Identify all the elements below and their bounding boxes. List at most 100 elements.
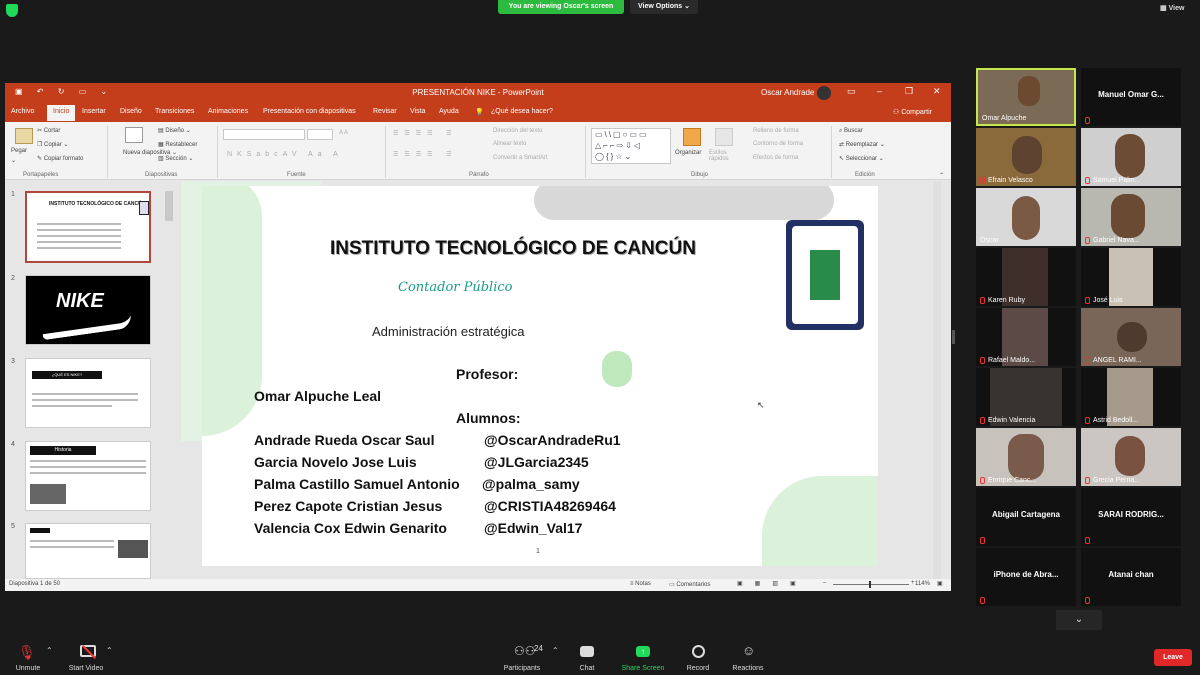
arrange-button[interactable]: Organizar <box>675 150 701 156</box>
participants-icon[interactable]: ⚇⚇ <box>514 644 536 658</box>
participant-tile[interactable]: Efrain Velasco <box>976 128 1076 186</box>
chat-button[interactable]: Chat <box>557 665 617 672</box>
maximize-icon[interactable]: ❐ <box>905 86 913 97</box>
share-screen-icon[interactable]: ↑ <box>636 646 650 657</box>
tell-me-search[interactable]: ¿Qué desea hacer? <box>491 108 553 115</box>
tab-animaciones[interactable]: Animaciones <box>208 108 248 115</box>
resize-handle[interactable] <box>952 330 955 344</box>
participant-tile[interactable]: Rafael Maldo... <box>976 308 1076 366</box>
format-painter-button[interactable]: ✎ Copiar formato <box>37 155 83 162</box>
replace-button[interactable]: ⇄ Reemplazar ⌄ <box>839 141 885 148</box>
shield-icon[interactable] <box>6 4 18 17</box>
font-size-input[interactable] <box>307 129 333 140</box>
participant-tile[interactable]: Atanai chan <box>1081 548 1181 606</box>
chevron-up-icon[interactable]: ⌃ <box>46 646 53 655</box>
chevron-up-icon[interactable]: ⌃ <box>106 646 113 655</box>
thumbnail-scrollbar[interactable] <box>165 191 173 221</box>
participants-button[interactable]: Participants <box>492 665 552 672</box>
participant-tile[interactable]: Astrid Bedoll... <box>1081 368 1181 426</box>
participant-tile[interactable]: SARAI RODRIG... <box>1081 488 1181 546</box>
participant-tile[interactable]: José Luis <box>1081 248 1181 306</box>
thumbnail-slide-3[interactable]: ¿QUÉ ES NIKE? <box>25 358 151 428</box>
participant-tile[interactable]: Karen Ruby <box>976 248 1076 306</box>
share-screen-button[interactable]: Share Screen <box>613 665 673 672</box>
tab-inicio[interactable]: Inicio <box>47 105 76 121</box>
find-button[interactable]: ⌕ Buscar <box>839 128 863 135</box>
thumbnail-slide-4[interactable]: Historia <box>25 441 151 511</box>
font-size-buttons[interactable]: A A <box>339 130 348 136</box>
participant-tile[interactable]: iPhone de Abra... <box>976 548 1076 606</box>
select-button[interactable]: ↖ Seleccionar ⌄ <box>839 155 884 162</box>
tab-ayuda[interactable]: Ayuda <box>439 108 459 115</box>
align-buttons[interactable]: ☰☰☰☰ ☰ <box>393 151 458 158</box>
layout-button[interactable]: ▤ Diseño ⌄ <box>158 127 191 134</box>
participant-tile[interactable]: Samuel Palm... <box>1081 128 1181 186</box>
comments-button[interactable]: ▭ Comentarios <box>669 581 710 588</box>
slide-scrollbar[interactable] <box>933 181 941 579</box>
participant-tile[interactable]: Abigail Cartagena <box>976 488 1076 546</box>
leave-button[interactable]: Leave <box>1154 649 1192 666</box>
participant-tile[interactable]: Edwin Valencia <box>976 368 1076 426</box>
zoom-out-icon[interactable]: – <box>823 580 826 586</box>
shape-effects-button[interactable]: Efectos de forma <box>753 155 798 161</box>
participant-tile[interactable]: Omar Alpuche <box>976 68 1076 126</box>
start-video-button[interactable]: Start Video <box>56 665 116 672</box>
font-format-buttons[interactable]: NKSabcAV Aa A <box>227 151 343 158</box>
thumbnail-slide-1[interactable]: INSTITUTO TECNOLÓGICO DE CANCÚN <box>25 191 151 263</box>
reactions-button[interactable]: Reactions <box>718 665 778 672</box>
quick-styles-button[interactable]: Estilos rápidos <box>709 150 739 162</box>
paste-button[interactable]: Pegar <box>11 148 27 154</box>
notes-button[interactable]: ≡ Notas <box>630 581 651 587</box>
copy-button[interactable]: ❐ Copiar ⌄ <box>37 141 68 148</box>
ribbon-display-icon[interactable]: ▭ <box>847 86 856 97</box>
thumbnail-slide-5[interactable] <box>25 523 151 579</box>
shape-outline-button[interactable]: Contorno de forma <box>753 141 803 147</box>
gallery-next-button[interactable]: ⌄ <box>1056 610 1102 630</box>
tab-transiciones[interactable]: Transiciones <box>155 108 194 115</box>
view-buttons[interactable]: ▣▦▥▣ <box>737 580 808 587</box>
reactions-icon[interactable]: ☺ <box>742 643 755 658</box>
share-button[interactable]: ⚇ Compartir <box>893 108 932 116</box>
participant-tile[interactable]: Manuel Omar G... <box>1081 68 1181 126</box>
record-icon[interactable] <box>692 645 705 658</box>
arrange-icon[interactable] <box>683 128 701 146</box>
thumbnail-slide-2[interactable]: NIKE <box>25 275 151 345</box>
shape-fill-button[interactable]: Relleno de forma <box>753 128 799 134</box>
shapes-gallery[interactable]: ▭\\▢○▭▭ △⌐⌐⇨⇩◁ ◯{}☆⌄ <box>591 128 671 164</box>
text-direction-button[interactable]: Dirección del texto <box>493 128 542 134</box>
tab-revisar[interactable]: Revisar <box>373 108 397 115</box>
participant-tile[interactable]: Oscar <box>976 188 1076 246</box>
font-name-input[interactable] <box>223 129 305 140</box>
reset-button[interactable]: ▦ Restablecer <box>158 141 197 148</box>
tab-insertar[interactable]: Insertar <box>82 108 106 115</box>
section-button[interactable]: ▥ Sección ⌄ <box>158 155 193 162</box>
participant-tile[interactable]: Enrique Canc... <box>976 428 1076 486</box>
view-button[interactable]: ▦ View <box>1160 4 1184 12</box>
mic-muted-icon[interactable]: 🎙 <box>18 644 36 661</box>
new-slide-icon[interactable] <box>125 127 143 143</box>
view-options-button[interactable]: View Options ⌄ <box>630 0 698 14</box>
participant-tile[interactable]: Gabriel Nava... <box>1081 188 1181 246</box>
minimize-icon[interactable]: – <box>877 86 882 96</box>
list-buttons[interactable]: ☰☰☰☰ ☰ <box>393 130 458 137</box>
fit-slide-icon[interactable]: ▣ <box>937 580 943 587</box>
slide-canvas[interactable]: INSTITUTO TECNOLÓGICO DE CANCÚN Contador… <box>202 186 878 566</box>
zoom-in-icon[interactable]: + <box>911 580 915 586</box>
quick-styles-icon[interactable] <box>715 128 733 146</box>
cut-button[interactable]: ✂ Cortar <box>37 127 60 134</box>
tab-archivo[interactable]: Archivo <box>11 108 34 115</box>
paste-icon[interactable] <box>15 128 33 144</box>
zoom-slider[interactable] <box>833 584 909 585</box>
chevron-down-icon[interactable]: ⌄ <box>11 157 16 164</box>
tab-vista[interactable]: Vista <box>410 108 425 115</box>
chevron-up-icon[interactable]: ⌃ <box>552 646 559 655</box>
chat-icon[interactable] <box>580 646 594 657</box>
collapse-ribbon-icon[interactable]: ⌃ <box>939 172 944 179</box>
participant-tile[interactable]: Grecia Perna... <box>1081 428 1181 486</box>
avatar[interactable] <box>817 86 831 100</box>
unmute-button[interactable]: Unmute <box>0 665 56 672</box>
zoom-slider-thumb[interactable] <box>869 581 871 588</box>
smartart-button[interactable]: Convertir a SmartArt <box>493 155 548 161</box>
align-text-button[interactable]: Alinear texto <box>493 141 526 147</box>
tab-presentacion[interactable]: Presentación con diapositivas <box>263 108 356 115</box>
